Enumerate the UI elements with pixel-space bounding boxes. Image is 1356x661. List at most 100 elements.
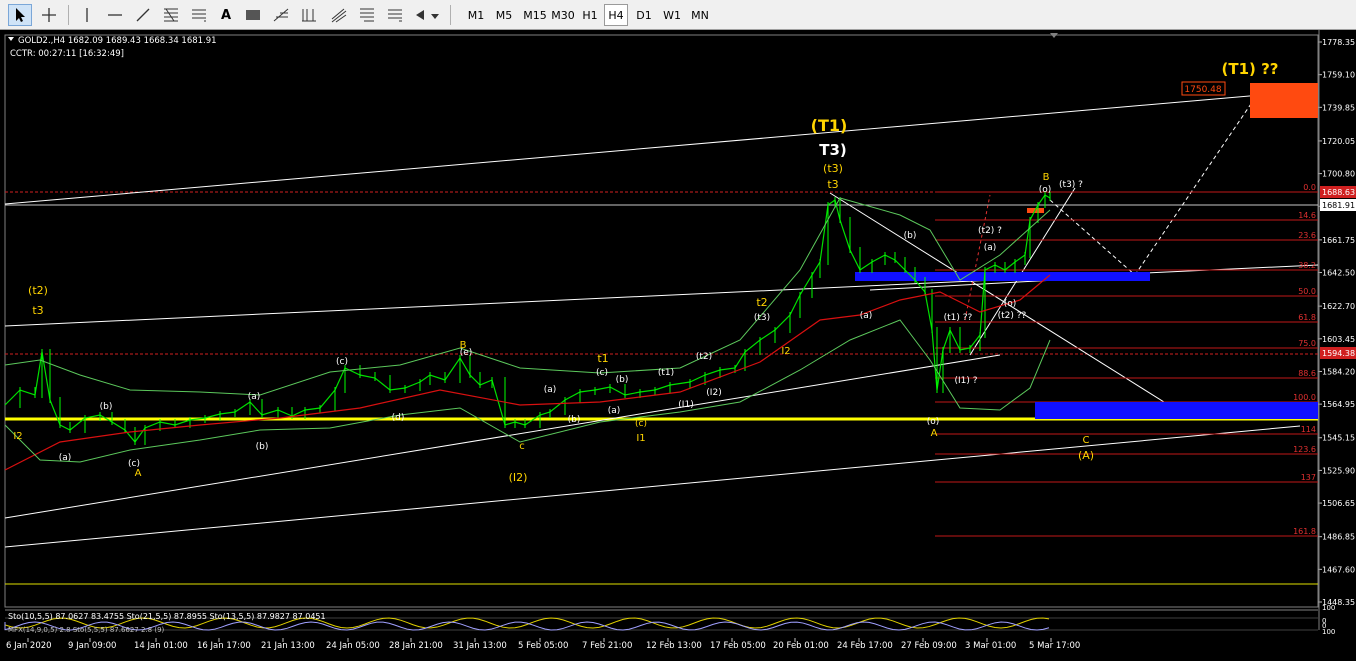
fib-level-label: 100.0: [1293, 393, 1316, 402]
wave-label-t2_paren2: (t2): [696, 352, 712, 362]
target-zone: [1250, 83, 1318, 118]
time-axis-label: 24 Jan 05:00: [326, 641, 380, 651]
wave-label-I1_paren: (I1): [678, 400, 693, 410]
time-axis-label: 9 Jan 09:00: [68, 641, 116, 651]
fib-level-label: 14.6: [1298, 211, 1316, 220]
timeframe-d1-button[interactable]: D1: [632, 4, 656, 26]
bollinger-upper: [4, 197, 1051, 396]
wave-label-t3_paren2: (t3): [754, 313, 770, 323]
wave-label-b2: (b): [256, 442, 269, 452]
cycle-lines-icon: [360, 8, 374, 22]
subwindow-axis-label: 100: [1322, 628, 1335, 636]
price-axis-label: 1545.15: [1322, 434, 1355, 443]
fibonacci-fan-icon: [164, 8, 178, 22]
chart-menu-chevron-icon: [8, 37, 14, 41]
text-tool-button[interactable]: A: [216, 4, 236, 26]
crosshair-icon: [42, 8, 56, 22]
price-axis-label: 1700.80: [1322, 170, 1355, 179]
cycle-lines-button[interactable]: [356, 4, 378, 26]
vertical-line-button[interactable]: [76, 4, 98, 26]
time-axis-label: 6 Jan 2020: [6, 641, 52, 651]
fib-level-label: 75.0: [1298, 339, 1316, 348]
wave-label-o_low: (o): [927, 417, 940, 427]
time-axis-label: 21 Jan 13:00: [261, 641, 315, 651]
wave-label-I2: I2: [781, 346, 790, 357]
label-rectangle-icon: [246, 10, 260, 20]
wave-label-b1: (b): [100, 402, 113, 412]
trendline-icon: [136, 8, 150, 22]
fibonacci-fan-button[interactable]: [160, 4, 182, 26]
cursor-tool-button[interactable]: [8, 4, 32, 26]
horizontal-line-button[interactable]: [104, 4, 126, 26]
time-axis-label: 31 Jan 13:00: [453, 641, 507, 651]
time-axis-label: 16 Jan 17:00: [197, 641, 251, 651]
price-axis-label: 1661.75: [1322, 236, 1355, 245]
wave-label-a3: (a): [544, 385, 557, 395]
high-level-label: 1688.63: [1322, 188, 1355, 197]
price-chart[interactable]: 1778.35 1759.10 1739.85 1720.05 1700.80 1681.…: [0, 30, 1356, 657]
time-axis-label: 12 Feb 13:00: [646, 641, 702, 651]
trendline-button[interactable]: [132, 4, 154, 26]
wave-label-t2_paren: (t2): [28, 284, 48, 297]
time-axis-label: 24 Feb 17:00: [837, 641, 893, 651]
timeframe-m5-button[interactable]: M5: [492, 4, 516, 26]
wave-label-I1: I1: [636, 433, 645, 444]
time-axis-label: 5 Feb 05:00: [518, 641, 568, 651]
text-label-button[interactable]: [242, 4, 264, 26]
price-axis-label: 1720.05: [1322, 137, 1355, 146]
target-price-label: 1750.48: [1184, 85, 1221, 95]
wave-label-B2: B: [1043, 172, 1050, 183]
price-axis-label: 1525.90: [1322, 466, 1355, 475]
vertical-line-icon: [86, 8, 88, 22]
time-axis-label: 14 Jan 01:00: [134, 641, 188, 651]
timeframe-m30-button[interactable]: M30: [548, 4, 578, 26]
timeframe-h1-button[interactable]: H1: [578, 4, 602, 26]
price-axis-label: 1622.70: [1322, 302, 1355, 311]
wave-label-t2: t2: [756, 296, 767, 309]
timeframe-w1-button[interactable]: W1: [660, 4, 684, 26]
andrews-pitchfork-button[interactable]: [270, 4, 292, 26]
price-axis-label: 1759.10: [1322, 71, 1355, 80]
timeframe-h4-button[interactable]: H4: [604, 4, 628, 26]
wave-label-t3: t3: [827, 178, 838, 191]
arrows-dropdown-button[interactable]: [412, 4, 442, 26]
fib-level-label: 137: [1301, 473, 1316, 482]
wave-label-C: C: [1083, 435, 1090, 446]
target-title: (T1) ??: [1221, 60, 1278, 78]
subwindow-axis-label: 100: [1322, 604, 1335, 612]
price-axis-label: 1603.45: [1322, 335, 1355, 344]
wave-label-t3q: (t3) ?: [1059, 180, 1083, 190]
wave-label-b3: (b): [568, 415, 581, 425]
timeframe-mn-button[interactable]: MN: [688, 4, 712, 26]
wave-label-b3: (b): [616, 375, 629, 385]
wave-label-t1q: (t1) ??: [944, 313, 973, 323]
wave-label-I1q: (I1) ?: [954, 376, 977, 386]
rising-wedge-line: [969, 187, 1076, 356]
timeframe-m1-button[interactable]: M1: [464, 4, 488, 26]
fib-level-label: 161.8: [1293, 527, 1316, 536]
fib-level-label: 38.2: [1298, 261, 1316, 270]
wave-label-c4: (c): [635, 419, 647, 429]
upper-channel-line: [4, 89, 1319, 205]
low-level-label: 1594.38: [1322, 349, 1355, 358]
fib-level-label: 61.8: [1298, 313, 1316, 322]
wave-label-I2_paren2: (I2): [706, 388, 721, 398]
wave-label-c_mid: (c): [336, 357, 348, 367]
wave-label-o2: (o): [1004, 299, 1017, 309]
fib-level-label: 123.6: [1293, 445, 1316, 454]
arrows-icon: [416, 10, 439, 20]
time-axis-label: 17 Feb 05:00: [710, 641, 766, 651]
fib-level-label: 23.6: [1298, 231, 1316, 240]
wave-label-T3: T3): [819, 141, 847, 159]
time-axis-label: 7 Feb 21:00: [582, 641, 632, 651]
wave-label-b_top: (b): [904, 231, 917, 241]
wave-label-a2: (a): [248, 392, 261, 402]
fibonacci-timezones-button[interactable]: [298, 4, 320, 26]
price-axis-label: 1506.65: [1322, 499, 1355, 508]
fibonacci-channel-icon: [331, 8, 347, 23]
fibonacci-retracement-button[interactable]: [188, 4, 210, 26]
fibonacci-channel-button[interactable]: [328, 4, 350, 26]
crosshair-tool-button[interactable]: [36, 4, 62, 26]
timeframe-m15-button[interactable]: M15: [520, 4, 550, 26]
fibonacci-expansion-button[interactable]: [384, 4, 406, 26]
